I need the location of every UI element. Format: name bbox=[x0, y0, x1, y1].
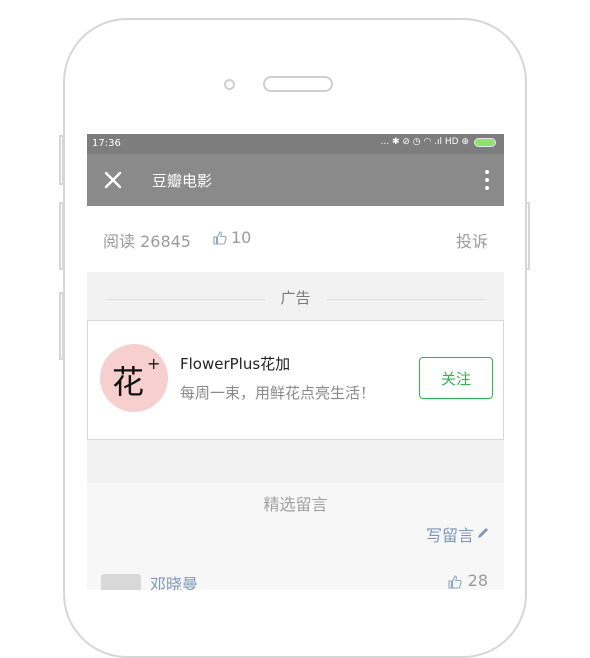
like-count[interactable]: 10 bbox=[231, 228, 251, 247]
page-title: 豆瓣电影 bbox=[152, 172, 213, 190]
ad-brand-name: FlowerPlus花加 bbox=[180, 355, 291, 373]
pencil-icon[interactable] bbox=[476, 526, 490, 540]
title-bar: 豆瓣电影 bbox=[87, 154, 504, 206]
status-icons: ... ✱ ⊘ ◷ ◠ .ıl HD ⊕ bbox=[380, 137, 496, 147]
status-time: 17:36 bbox=[92, 138, 121, 149]
ad-section-header: 广告 bbox=[87, 272, 504, 320]
more-icon[interactable] bbox=[484, 168, 490, 192]
ad-label: 广告 bbox=[280, 289, 311, 307]
phone-side-button bbox=[59, 202, 64, 270]
write-comment-link[interactable]: 写留言 bbox=[426, 522, 474, 546]
phone-side-button bbox=[59, 292, 64, 360]
ad-card[interactable]: 花 + FlowerPlus花加 每周一束，用鲜花点亮生活！ 关注 bbox=[87, 320, 504, 440]
thumbs-up-icon[interactable] bbox=[448, 575, 462, 589]
comment-like-count[interactable]: 28 bbox=[468, 571, 488, 590]
close-icon[interactable] bbox=[101, 168, 125, 192]
commenter-name: 邓晓曼 bbox=[150, 575, 199, 590]
comments-section: 精选留言 写留言 邓晓曼 28 bbox=[87, 483, 504, 590]
article-stats: 阅读 26845 10 投诉 bbox=[87, 206, 504, 272]
avatar bbox=[101, 574, 141, 590]
logo-plus: + bbox=[147, 354, 161, 373]
brand-logo: 花 + bbox=[100, 344, 168, 412]
phone-camera bbox=[224, 79, 235, 90]
report-link[interactable]: 投诉 bbox=[456, 228, 488, 252]
thumbs-up-icon[interactable] bbox=[213, 231, 227, 245]
phone-side-button bbox=[525, 202, 530, 270]
phone-screen: 17:36 ... ✱ ⊘ ◷ ◠ .ıl HD ⊕ 豆瓣电影 阅读 26845… bbox=[87, 134, 504, 590]
read-count: 阅读 26845 bbox=[103, 232, 191, 251]
phone-speaker bbox=[263, 76, 333, 92]
follow-button[interactable]: 关注 bbox=[419, 357, 493, 399]
status-bar: 17:36 ... ✱ ⊘ ◷ ◠ .ıl HD ⊕ bbox=[87, 134, 504, 154]
ad-description: 每周一束，用鲜花点亮生活！ bbox=[180, 384, 376, 402]
battery-icon bbox=[474, 137, 496, 147]
logo-char: 花 bbox=[112, 363, 145, 401]
status-indicators: ... ✱ ⊘ ◷ ◠ .ıl HD ⊕ bbox=[380, 137, 470, 147]
divider bbox=[327, 299, 485, 300]
comments-heading: 精选留言 bbox=[263, 495, 328, 514]
phone-side-button bbox=[59, 135, 64, 185]
